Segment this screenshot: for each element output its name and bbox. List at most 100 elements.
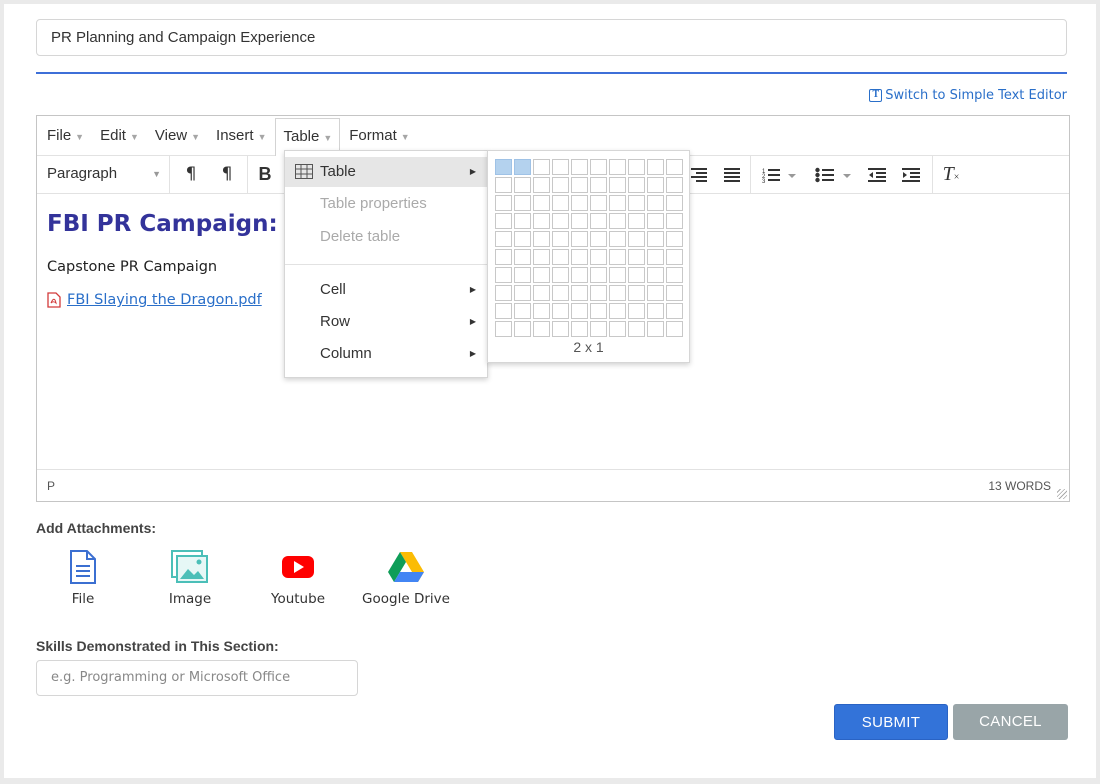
- table-grid-cell[interactable]: [666, 285, 683, 301]
- table-grid-cell[interactable]: [666, 249, 683, 265]
- editor-content[interactable]: FBI PR Campaign: Capstone PR Campaign FB…: [47, 211, 278, 308]
- table-menu-item-table[interactable]: Table ▶: [285, 157, 487, 187]
- resize-handle[interactable]: [1057, 489, 1067, 499]
- table-grid-cell[interactable]: [590, 285, 607, 301]
- table-grid-cell[interactable]: [495, 267, 512, 283]
- table-menu-item-delete-table[interactable]: Delete table: [285, 222, 487, 252]
- table-grid-cell[interactable]: [552, 195, 569, 211]
- table-grid-cell[interactable]: [647, 321, 664, 337]
- table-grid-cell[interactable]: [590, 267, 607, 283]
- table-grid-cell[interactable]: [552, 303, 569, 319]
- align-justify-icon[interactable]: [720, 156, 744, 193]
- table-grid-cell[interactable]: [628, 195, 645, 211]
- table-grid-cell[interactable]: [533, 177, 550, 193]
- table-grid-cell[interactable]: [514, 177, 531, 193]
- table-grid-cell[interactable]: [514, 195, 531, 211]
- table-grid-cell[interactable]: [552, 177, 569, 193]
- table-grid-cell[interactable]: [647, 303, 664, 319]
- table-grid-cell[interactable]: [533, 231, 550, 247]
- table-grid-cell[interactable]: [495, 159, 512, 175]
- bullet-list-icon[interactable]: [812, 156, 854, 193]
- table-grid-cell[interactable]: [590, 195, 607, 211]
- table-grid-cell[interactable]: [571, 195, 588, 211]
- table-grid-cell[interactable]: [514, 303, 531, 319]
- menu-file[interactable]: File ▼: [40, 118, 91, 154]
- table-grid-cell[interactable]: [628, 231, 645, 247]
- table-grid-cell[interactable]: [533, 321, 550, 337]
- table-grid-cell[interactable]: [609, 159, 626, 175]
- table-grid-cell[interactable]: [571, 159, 588, 175]
- attach-youtube-button[interactable]: Youtube: [248, 550, 348, 607]
- table-menu-item-table-properties[interactable]: Table properties: [285, 189, 487, 219]
- table-grid-cell[interactable]: [628, 159, 645, 175]
- table-grid-cell[interactable]: [647, 231, 664, 247]
- table-grid-cell[interactable]: [666, 177, 683, 193]
- table-grid-cell[interactable]: [590, 177, 607, 193]
- table-grid-cell[interactable]: [609, 249, 626, 265]
- table-grid-cell[interactable]: [628, 267, 645, 283]
- table-grid-cell[interactable]: [647, 213, 664, 229]
- ltr-icon[interactable]: ¶: [179, 156, 203, 193]
- table-grid-cell[interactable]: [666, 231, 683, 247]
- numbered-list-icon[interactable]: 123: [759, 156, 799, 193]
- table-grid-cell[interactable]: [590, 303, 607, 319]
- table-grid-cell[interactable]: [495, 285, 512, 301]
- table-grid-cell[interactable]: [514, 321, 531, 337]
- menu-view[interactable]: View ▼: [148, 118, 207, 154]
- table-grid-cell[interactable]: [647, 267, 664, 283]
- table-grid-cell[interactable]: [533, 213, 550, 229]
- table-grid-cell[interactable]: [514, 159, 531, 175]
- table-grid-cell[interactable]: [647, 195, 664, 211]
- menu-insert[interactable]: Insert ▼: [209, 118, 273, 154]
- table-grid-cell[interactable]: [628, 177, 645, 193]
- table-grid-cell[interactable]: [647, 177, 664, 193]
- table-menu-item-row[interactable]: Row ▶: [285, 307, 487, 337]
- table-grid-cell[interactable]: [666, 321, 683, 337]
- cancel-button[interactable]: CANCEL: [953, 704, 1068, 740]
- table-grid-cell[interactable]: [666, 303, 683, 319]
- table-grid-cell[interactable]: [590, 249, 607, 265]
- table-grid-cell[interactable]: [533, 249, 550, 265]
- table-grid-cell[interactable]: [666, 213, 683, 229]
- table-grid-cell[interactable]: [495, 195, 512, 211]
- attach-google-drive-button[interactable]: Google Drive: [356, 550, 456, 607]
- block-format-select[interactable]: Paragraph ▼: [37, 156, 170, 193]
- table-grid-cell[interactable]: [628, 303, 645, 319]
- table-grid-cell[interactable]: [495, 213, 512, 229]
- table-grid-cell[interactable]: [552, 213, 569, 229]
- align-right-icon[interactable]: [687, 156, 711, 193]
- table-grid-cell[interactable]: [533, 159, 550, 175]
- menu-edit[interactable]: Edit ▼: [93, 118, 146, 154]
- table-grid-cell[interactable]: [571, 249, 588, 265]
- attach-file-button[interactable]: File: [33, 550, 133, 607]
- table-grid-cell[interactable]: [609, 285, 626, 301]
- entry-title-input[interactable]: PR Planning and Campaign Experience: [36, 19, 1067, 56]
- bold-icon[interactable]: B: [253, 156, 277, 193]
- switch-simple-editor-link[interactable]: T Switch to Simple Text Editor: [869, 88, 1067, 103]
- table-grid-cell[interactable]: [514, 231, 531, 247]
- table-grid-cell[interactable]: [609, 267, 626, 283]
- table-grid-cell[interactable]: [495, 249, 512, 265]
- table-grid-cell[interactable]: [666, 267, 683, 283]
- table-grid-cell[interactable]: [552, 285, 569, 301]
- table-grid-cell[interactable]: [609, 231, 626, 247]
- table-grid-cell[interactable]: [571, 303, 588, 319]
- table-grid-cell[interactable]: [590, 231, 607, 247]
- indent-icon[interactable]: [899, 156, 923, 193]
- table-grid-cell[interactable]: [628, 249, 645, 265]
- table-grid-cell[interactable]: [533, 195, 550, 211]
- submit-button[interactable]: SUBMIT: [834, 704, 948, 740]
- table-grid-cell[interactable]: [590, 321, 607, 337]
- table-grid-cell[interactable]: [552, 267, 569, 283]
- table-grid-cell[interactable]: [552, 159, 569, 175]
- clear-formatting-icon[interactable]: T×: [939, 156, 963, 193]
- table-grid-cell[interactable]: [628, 213, 645, 229]
- table-grid-cell[interactable]: [495, 303, 512, 319]
- pdf-attachment-link[interactable]: FBI Slaying the Dragon.pdf: [47, 292, 278, 308]
- table-grid-cell[interactable]: [609, 213, 626, 229]
- table-grid-cell[interactable]: [533, 303, 550, 319]
- table-grid-cell[interactable]: [514, 267, 531, 283]
- skills-input[interactable]: e.g. Programming or Microsoft Office: [36, 660, 358, 696]
- table-grid-cell[interactable]: [571, 231, 588, 247]
- table-grid-cell[interactable]: [647, 249, 664, 265]
